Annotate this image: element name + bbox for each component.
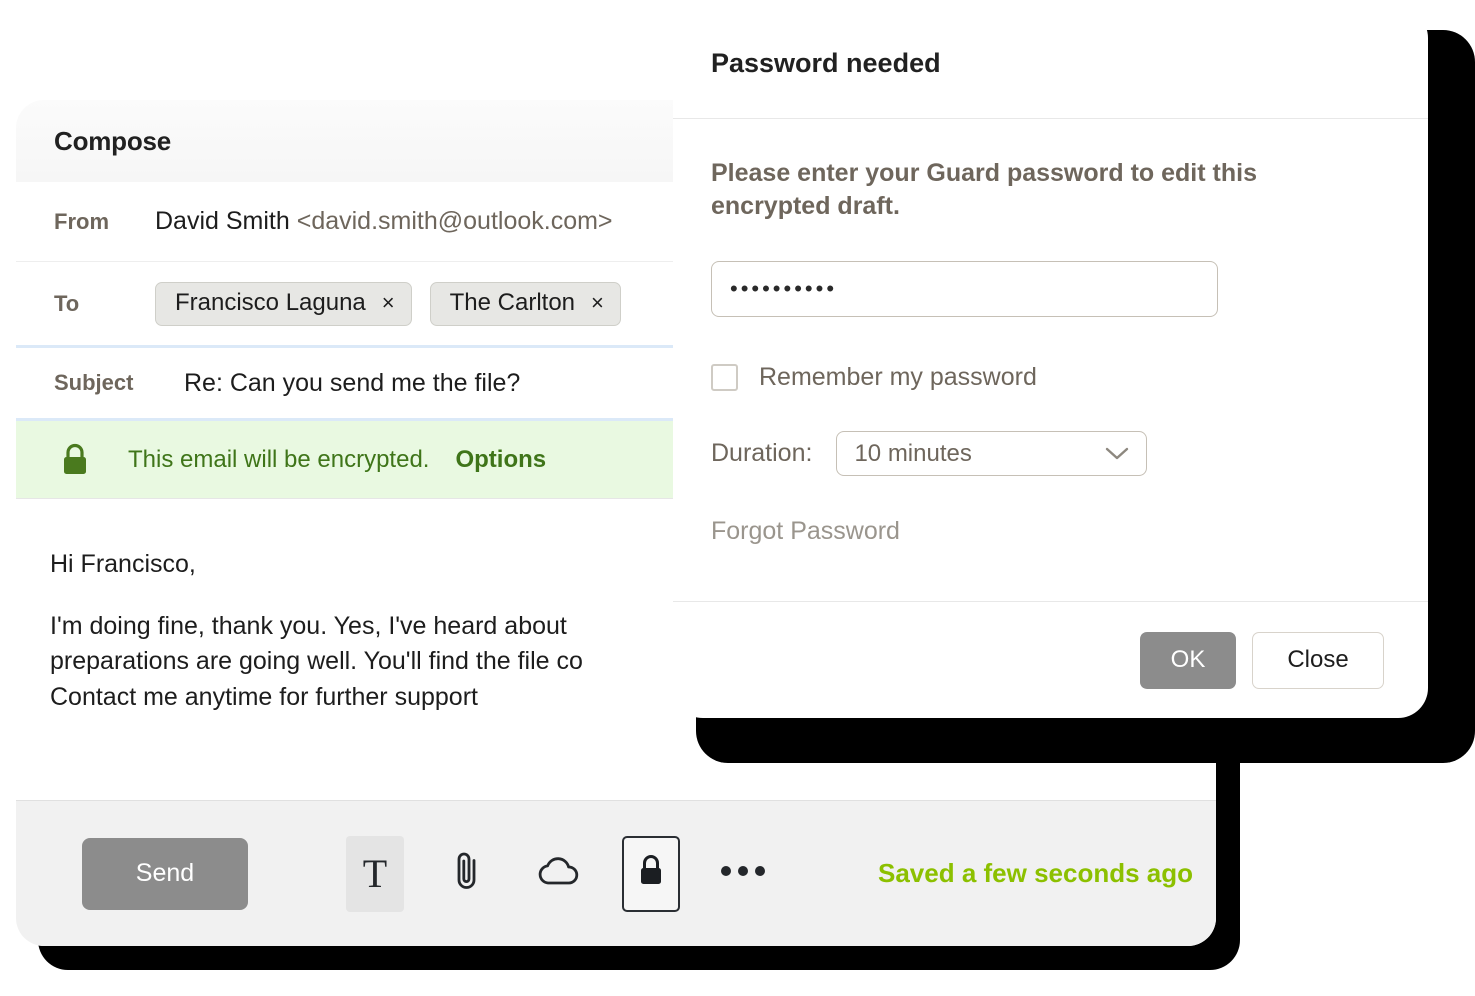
screen-root: Compose From David Smith <david.smith@ou…: [0, 0, 1475, 996]
duration-selected-value: 10 minutes: [854, 439, 972, 467]
encryption-options-link[interactable]: Options: [455, 446, 546, 474]
format-text-icon: T: [362, 850, 388, 896]
dialog-footer: OK Close: [673, 601, 1428, 718]
chevron-down-icon: [1104, 440, 1130, 468]
forgot-password-link[interactable]: Forgot Password: [711, 517, 900, 546]
remember-password-row[interactable]: Remember my password: [711, 363, 1388, 392]
cloud-icon: [535, 853, 583, 894]
from-email: <david.smith@outlook.com>: [296, 207, 613, 235]
formatting-tool-group: T: [346, 835, 772, 912]
recipient-pill[interactable]: The Carlton ×: [429, 281, 621, 326]
page-title: Compose: [54, 125, 172, 156]
compose-toolbar: Send T Saved a few seconds ago: [16, 800, 1216, 946]
duration-row: Duration: 10 minutes: [711, 431, 1388, 476]
encryption-banner-text: This email will be encrypted.: [128, 445, 430, 473]
from-value: David Smith <david.smith@outlook.com>: [155, 207, 613, 236]
close-button[interactable]: Close: [1252, 631, 1384, 689]
duration-label: Duration:: [711, 439, 813, 467]
recipient-name: The Carlton: [449, 289, 576, 316]
recipient-pill-list: Francisco Laguna × The Carlton ×: [155, 281, 621, 326]
remember-password-checkbox[interactable]: [711, 364, 738, 391]
remember-password-label: Remember my password: [759, 363, 1037, 391]
more-options-ellipsis-icon: [719, 864, 767, 883]
lock-icon: [636, 853, 666, 894]
more-options-button[interactable]: [714, 836, 772, 912]
recipient-name: Francisco Laguna: [175, 289, 366, 316]
from-name: David Smith: [155, 207, 290, 235]
to-label: To: [54, 290, 80, 316]
saved-status-text: Saved a few seconds ago: [878, 858, 1194, 888]
attach-file-button[interactable]: [438, 836, 496, 912]
cloud-attach-button[interactable]: [530, 836, 588, 912]
dialog-title: Password needed: [711, 47, 941, 78]
from-label: From: [54, 208, 109, 234]
remove-recipient-icon[interactable]: ×: [591, 292, 604, 314]
dialog-prompt-text: Please enter your Guard password to edit…: [711, 159, 1257, 220]
duration-select[interactable]: 10 minutes: [836, 431, 1148, 476]
remove-recipient-icon[interactable]: ×: [382, 292, 395, 314]
password-input[interactable]: ••••••••••: [711, 261, 1218, 317]
send-button[interactable]: Send: [82, 837, 248, 910]
dialog-body: Please enter your Guard password to edit…: [673, 119, 1428, 601]
encrypt-toggle-button[interactable]: [622, 835, 680, 912]
password-dialog: Password needed Please enter your Guard …: [673, 8, 1428, 718]
subject-input[interactable]: Re: Can you send me the file?: [184, 369, 520, 398]
subject-label: Subject: [54, 370, 134, 395]
ok-button[interactable]: OK: [1140, 631, 1236, 689]
lock-icon: [58, 443, 92, 477]
format-text-button[interactable]: T: [346, 835, 404, 912]
dialog-header: Password needed: [673, 8, 1428, 119]
recipient-pill[interactable]: Francisco Laguna ×: [155, 281, 412, 326]
attachment-paperclip-icon: [452, 848, 482, 899]
